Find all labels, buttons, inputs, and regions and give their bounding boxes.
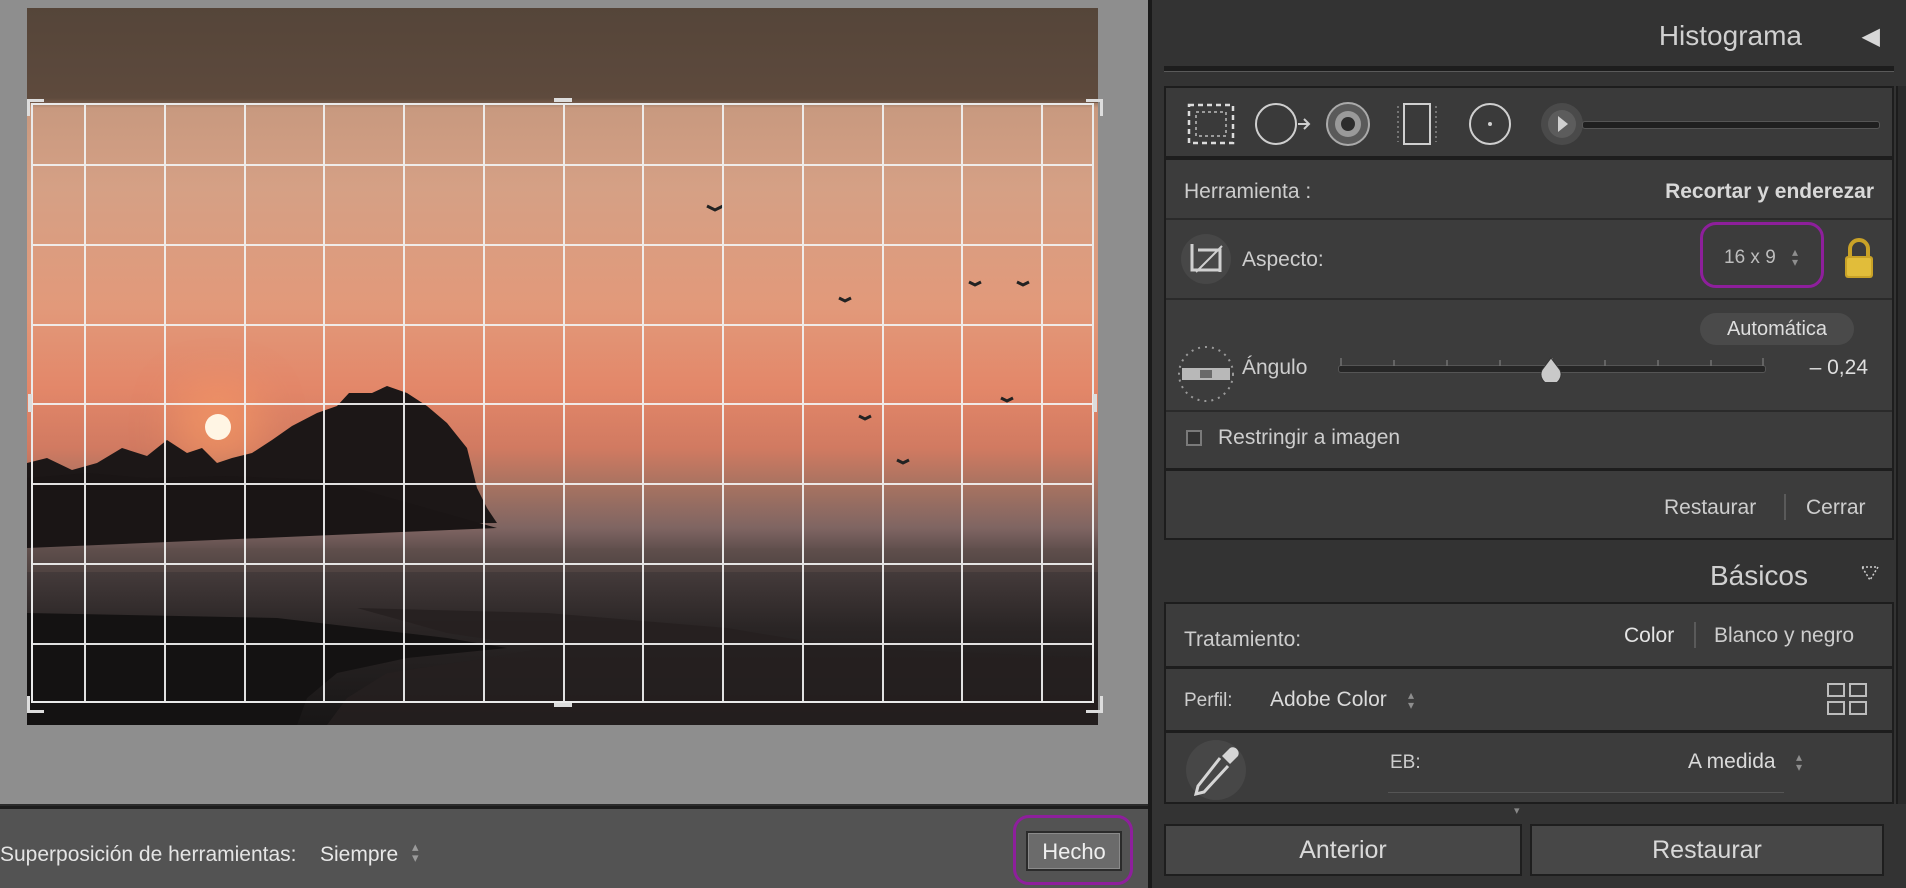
histogram-title[interactable]: Histograma (1659, 20, 1802, 52)
previous-button[interactable]: Anterior (1164, 824, 1522, 876)
develop-right-panel: Histograma ◀ Herramienta: Recortar y en… (1152, 0, 1906, 888)
treatment-bw-button[interactable]: Blanco y negro (1714, 624, 1854, 648)
tool-overlay-select[interactable]: Siempre (320, 843, 398, 867)
panel-scrollbar[interactable] (1896, 158, 1906, 804)
crop-handle-right[interactable] (1093, 394, 1097, 412)
crop-panel: Herramienta : Recortar y enderezar Aspec… (1164, 158, 1894, 540)
separator (1166, 218, 1892, 220)
profile-browser-grid-icon[interactable] (1826, 682, 1868, 718)
eyedropper-icon[interactable] (1184, 738, 1248, 802)
constrain-checkbox[interactable] (1186, 430, 1202, 446)
panel-scrollbar[interactable] (1896, 86, 1906, 158)
panel-end-marker-icon: ▾ (1514, 805, 1520, 817)
separator (1166, 730, 1892, 733)
separator (1388, 792, 1784, 793)
treatment-label: Tratamiento: (1184, 628, 1302, 651)
histogram-collapsed-bar (1164, 66, 1894, 72)
crop-handle-top-right[interactable] (1086, 99, 1103, 116)
crop-handle-bottom-left[interactable] (27, 696, 44, 713)
profile-select[interactable]: Adobe Color (1270, 688, 1387, 712)
crop-close-button[interactable]: Cerrar (1806, 496, 1866, 520)
profile-label: Perfil: (1184, 690, 1233, 711)
collapse-triangle-icon[interactable]: ◀ (1862, 22, 1880, 51)
tool-value: Recortar y enderezar (1665, 180, 1874, 203)
tool-overlay-label: Superposición de herramientas: (0, 843, 297, 866)
separator (1166, 410, 1892, 412)
collapse-triangle-icon[interactable] (1860, 564, 1880, 582)
separator (1166, 468, 1892, 471)
image-canvas (0, 0, 1148, 804)
spot-removal-icon[interactable] (1254, 100, 1314, 148)
separator (1166, 298, 1892, 300)
auto-angle-button[interactable]: Automática (1700, 313, 1854, 345)
angle-value[interactable]: – 0,24 (1810, 356, 1868, 380)
wb-select[interactable]: A medida (1688, 750, 1776, 774)
crop-handle-top-left[interactable] (27, 99, 44, 116)
constrain-label: Restringir a imagen (1218, 426, 1401, 449)
crop-handle-left[interactable] (28, 394, 32, 412)
straighten-level-icon[interactable] (1176, 344, 1236, 404)
wb-label: EB: (1390, 752, 1421, 773)
crop-grid-lines (33, 105, 1092, 701)
crop-handle-top[interactable] (554, 98, 572, 102)
separator (1694, 622, 1696, 648)
crop-grid-overlay[interactable] (31, 103, 1094, 703)
radial-filter-icon[interactable] (1466, 100, 1514, 148)
crop-aspect-icon[interactable] (1180, 232, 1232, 286)
basics-panel: Tratamiento: Color Blanco y negro Perfil… (1164, 602, 1894, 804)
adjustment-brush-icon[interactable] (1538, 100, 1586, 148)
treatment-color-button[interactable]: Color (1624, 624, 1674, 648)
updown-arrows-icon[interactable]: ▴ ▾ (1796, 751, 1802, 773)
crop-handle-bottom[interactable] (554, 703, 572, 707)
brush-size-slider[interactable] (1582, 121, 1880, 129)
aspect-label: Aspecto: (1242, 248, 1324, 271)
tool-label: Herramienta : (1184, 180, 1312, 203)
updown-arrows-icon[interactable]: ▴ ▾ (1792, 246, 1798, 268)
basics-title[interactable]: Básicos (1710, 560, 1808, 592)
crop-reset-button[interactable]: Restaurar (1664, 496, 1756, 520)
reset-button[interactable]: Restaurar (1530, 824, 1884, 876)
crop-tool-icon[interactable] (1186, 102, 1236, 146)
angle-label: Ángulo (1242, 356, 1308, 379)
tool-strip (1164, 86, 1894, 158)
crop-handle-bottom-right[interactable] (1086, 696, 1103, 713)
separator (1784, 494, 1786, 520)
separator (1166, 666, 1892, 669)
red-eye-icon[interactable] (1324, 100, 1372, 148)
updown-arrows-icon[interactable]: ▴ ▾ (1408, 689, 1414, 711)
updown-arrows-icon[interactable]: ▴ ▾ (412, 840, 419, 864)
tool-overlay-toolbar: Superposición de herramientas: Siempre ▴… (0, 806, 1148, 888)
graduated-filter-icon[interactable] (1394, 100, 1440, 148)
aspect-select[interactable]: 16 x 9 (1724, 247, 1776, 269)
lock-icon[interactable] (1842, 236, 1876, 280)
angle-slider-thumb[interactable] (1539, 356, 1563, 382)
done-button[interactable]: Hecho (1026, 831, 1122, 871)
